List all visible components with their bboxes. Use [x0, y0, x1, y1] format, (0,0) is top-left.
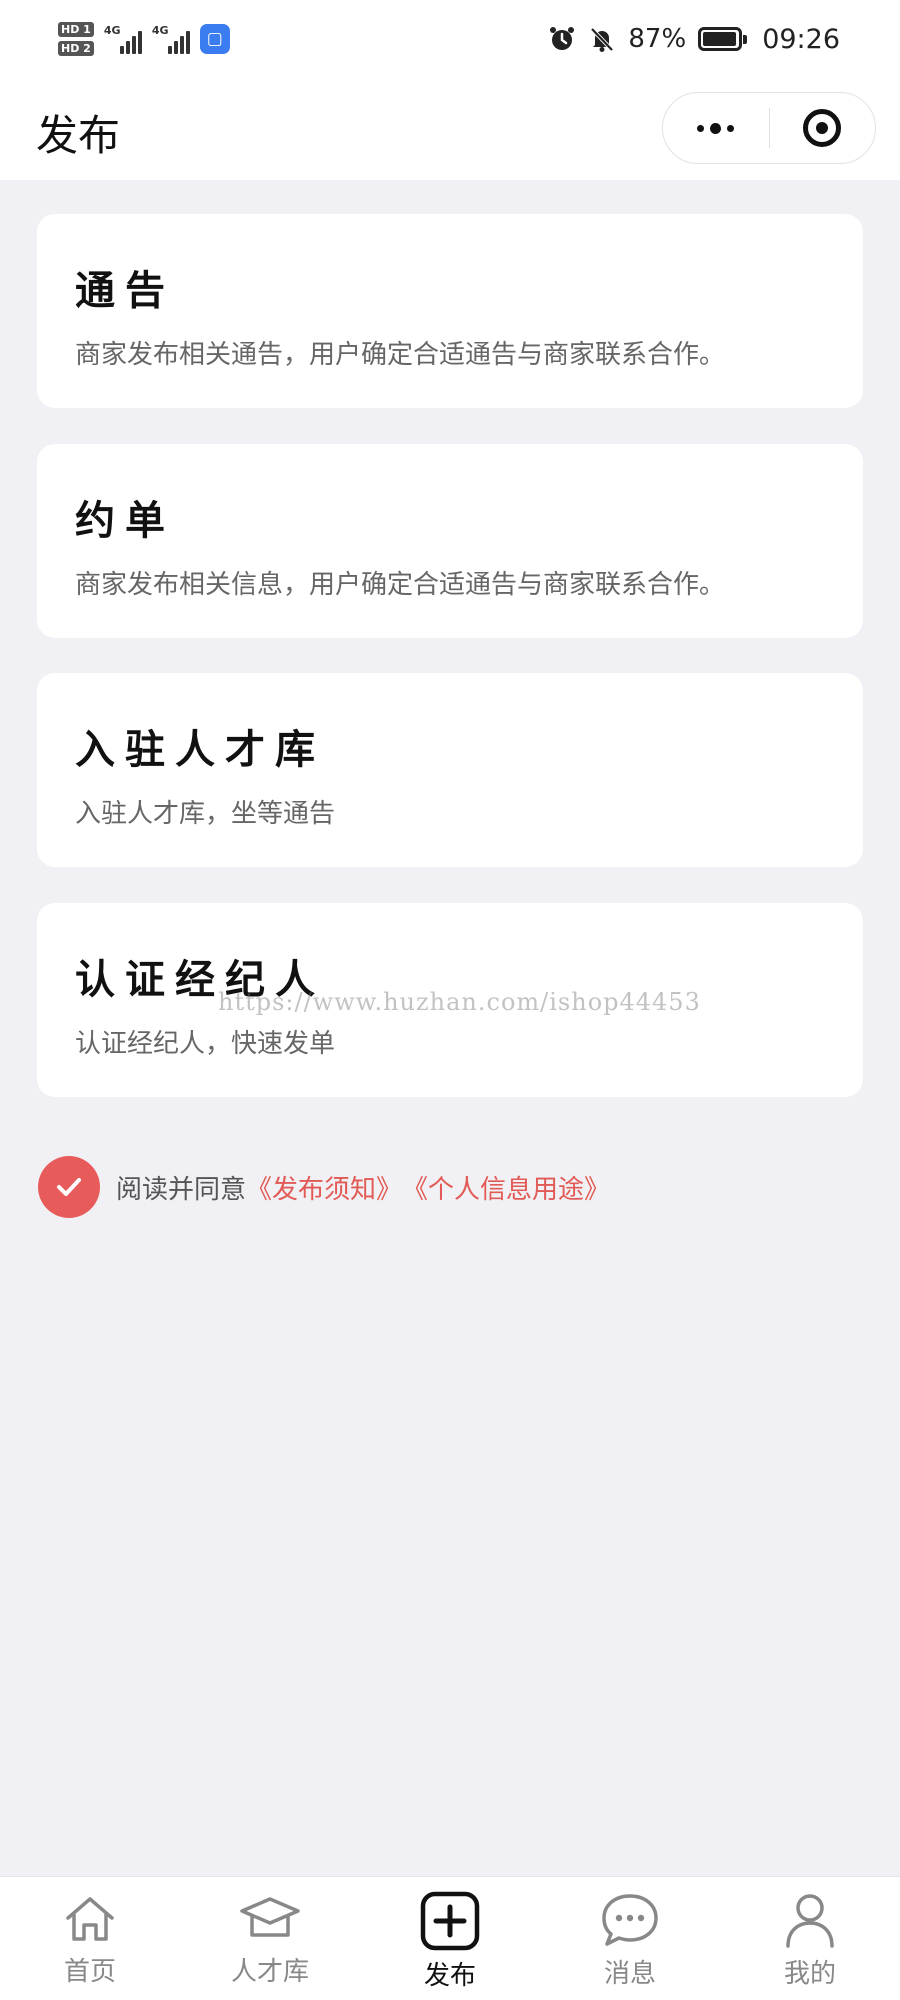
clock-time: 09:26 — [762, 23, 840, 55]
sim2-indicator: HD 2 — [58, 41, 94, 56]
card-title: 约单 — [75, 498, 175, 544]
card-booking[interactable]: 约单 商家发布相关信息，用户确定合适通告与商家联系合作。 — [37, 444, 863, 638]
checkmark-icon — [57, 1178, 81, 1196]
target-icon — [803, 109, 842, 147]
close-program-button[interactable] — [770, 93, 876, 163]
mini-program-capsule — [662, 92, 876, 164]
plus-square-icon — [420, 1891, 480, 1951]
watermark: https://www.huzhan.com/ishop44453 — [218, 988, 701, 1016]
app-screen: HD 1 HD 2 4G 4G ▢ 87% 09:26 发布 通告 商家发布相关… — [0, 0, 900, 2000]
tab-label: 发布 — [423, 1961, 476, 1991]
tab-label: 消息 — [603, 1959, 656, 1989]
personal-info-usage-link[interactable]: 《个人信息用途》 — [402, 1169, 610, 1206]
sim1-indicator: HD 1 — [58, 22, 94, 37]
card-title: 通告 — [75, 268, 175, 314]
sim-indicators: HD 1 HD 2 — [58, 22, 94, 56]
signal-1-icon: 4G — [104, 24, 142, 54]
mute-bell-icon — [590, 27, 614, 52]
tab-messages[interactable]: 消息 — [540, 1877, 720, 2000]
tab-home[interactable]: 首页 — [0, 1877, 180, 2000]
card-description: 认证经纪人，快速发单 — [75, 1029, 336, 1059]
battery-percent: 87% — [628, 24, 687, 54]
card-description: 商家发布相关信息，用户确定合适通告与商家联系合作。 — [75, 570, 726, 600]
card-join-talent-pool[interactable]: 入驻人才库 入驻人才库，坐等通告 — [37, 673, 863, 867]
tab-label: 首页 — [63, 1957, 116, 1987]
home-icon — [66, 1897, 114, 1941]
tab-me[interactable]: 我的 — [720, 1877, 900, 2000]
tab-label: 人才库 — [230, 1957, 309, 1987]
person-icon — [786, 1894, 834, 1948]
sim2-label: HD 2 — [58, 41, 94, 56]
battery-icon — [698, 27, 748, 51]
agreement-checkbox[interactable] — [38, 1156, 100, 1218]
network2-label: 4G — [151, 24, 169, 37]
sim1-label: HD 1 — [58, 22, 94, 37]
agreement-row: 阅读并同意 《发布须知》 《个人信息用途》 — [38, 1156, 610, 1218]
more-button[interactable] — [663, 93, 769, 163]
nav-bar: 发布 — [0, 80, 900, 180]
page-title: 发布 — [36, 111, 121, 160]
network1-label: 4G — [103, 24, 121, 37]
app-notification-icon: ▢ — [199, 24, 230, 54]
card-description: 商家发布相关通告，用户确定合适通告与商家联系合作。 — [75, 340, 726, 370]
bottom-tab-bar: 首页 人才库 发布 消息 我的 — [0, 1876, 900, 2000]
status-right: 87% 09:26 — [548, 18, 840, 60]
card-announcement[interactable]: 通告 商家发布相关通告，用户确定合适通告与商家联系合作。 — [37, 214, 863, 408]
graduation-cap-icon — [240, 1897, 300, 1937]
tab-publish[interactable]: 发布 — [360, 1877, 540, 2000]
status-bar: HD 1 HD 2 4G 4G ▢ 87% 09:26 — [0, 0, 900, 80]
alarm-icon — [550, 27, 575, 50]
tab-label: 我的 — [783, 1959, 836, 1989]
chat-bubble-icon — [602, 1894, 658, 1946]
card-description: 入驻人才库，坐等通告 — [75, 799, 336, 829]
status-left: HD 1 HD 2 4G 4G ▢ — [58, 14, 230, 64]
publish-notice-link[interactable]: 《发布须知》 — [246, 1169, 402, 1206]
more-dots-icon — [697, 122, 735, 134]
card-title: 入驻人才库 — [75, 727, 325, 773]
signal-2-icon: 4G — [152, 24, 190, 54]
agreement-text: 阅读并同意 — [116, 1174, 247, 1205]
tab-talent-pool[interactable]: 人才库 — [180, 1877, 360, 2000]
